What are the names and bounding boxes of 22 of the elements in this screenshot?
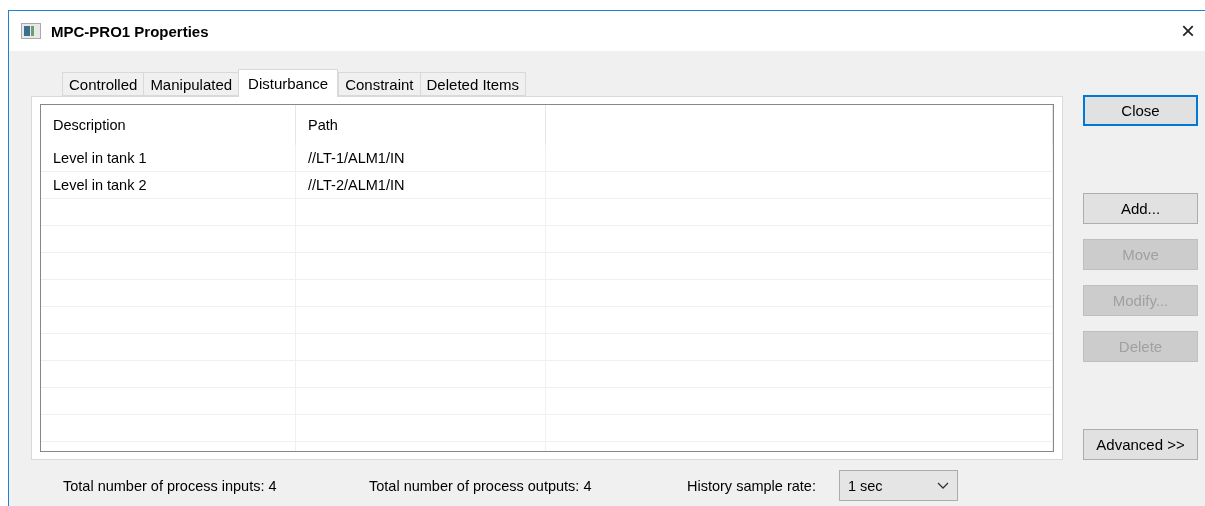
- chevron-icon: [936, 481, 949, 490]
- column-header[interactable]: Description: [41, 105, 296, 145]
- table-cell: //LT-2/ALM1/IN: [296, 172, 546, 198]
- outputs-count: Total number of process outputs: 4: [369, 477, 593, 494]
- tab[interactable]: Disturbance: [238, 69, 339, 97]
- tab[interactable]: Controlled: [62, 72, 144, 96]
- sample-rate-label: History sample rate:: [687, 477, 816, 494]
- dialog-button[interactable]: Add...: [1083, 193, 1198, 224]
- tab[interactable]: Manipulated: [143, 72, 239, 96]
- tab[interactable]: Deleted Items: [419, 72, 527, 96]
- dialog-button[interactable]: Close: [1083, 95, 1198, 126]
- dialog-button[interactable]: Advanced >>: [1083, 429, 1198, 460]
- column-header[interactable]: Path: [296, 105, 546, 145]
- app-icon: [21, 23, 41, 39]
- close-icon[interactable]: ×: [1173, 17, 1203, 45]
- table-cell: Level in tank 2: [41, 172, 296, 198]
- sample-rate-dropdown[interactable]: 1 sec: [838, 470, 958, 501]
- window-title: MPC-PRO1 Properties: [51, 22, 210, 40]
- table-cell: //LT-1/ALM1/IN: [296, 145, 546, 171]
- table-cell: Level in tank 1: [41, 145, 296, 171]
- tab[interactable]: Constraint: [338, 72, 420, 96]
- inputs-count: Total number of process inputs: 4: [63, 477, 278, 494]
